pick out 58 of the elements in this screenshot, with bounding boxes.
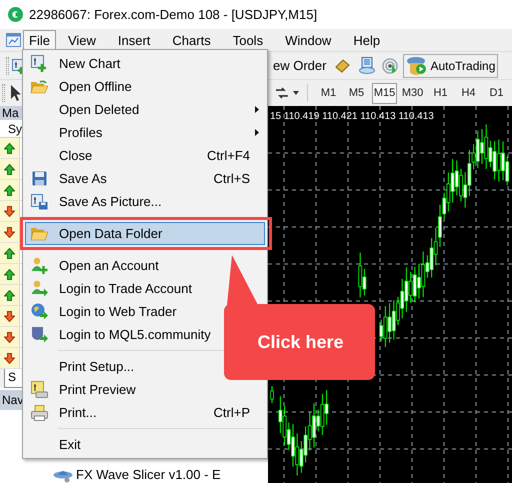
- timeframe-button[interactable]: M30: [400, 82, 426, 104]
- down-arrow-icon: [4, 352, 15, 364]
- user-add-icon: [30, 257, 48, 274]
- robot-play-icon: [406, 56, 428, 75]
- print-preview-icon: [30, 381, 48, 398]
- new-chart-icon: [31, 55, 47, 72]
- new-order-button[interactable]: ew Order: [273, 56, 326, 76]
- caret-icon[interactable]: [293, 91, 300, 95]
- shortcut-label: Ctrl+S: [214, 170, 250, 188]
- menu-item[interactable]: Charts: [165, 30, 218, 50]
- signal-icon[interactable]: [382, 58, 398, 74]
- menu-item[interactable]: Save As Ctrl+S: [25, 167, 265, 190]
- navigator-item[interactable]: FX Wave Slicer v1.00 - E: [76, 465, 221, 483]
- sort-icon[interactable]: [275, 86, 290, 100]
- down-arrow-icon: [4, 206, 15, 216]
- menu-item[interactable]: Open Data Folder: [25, 222, 265, 245]
- chart-window-icon[interactable]: [6, 33, 21, 47]
- down-arrow-icon: [4, 226, 15, 238]
- menu-item[interactable]: Insert: [110, 30, 158, 50]
- up-arrow-icon: [4, 290, 15, 300]
- autotrading-button[interactable]: AutoTrading: [403, 54, 498, 78]
- down-arrow-icon: [4, 310, 15, 322]
- user-arrow-icon: [30, 280, 48, 297]
- cursor-icon[interactable]: [10, 84, 22, 102]
- printer-icon: [30, 404, 48, 420]
- up-arrow-icon: [4, 268, 15, 280]
- badge-arrow-icon: [30, 326, 48, 343]
- chart-save-icon: [30, 194, 48, 210]
- monitor-cloud-icon[interactable]: [359, 57, 376, 74]
- menu-item[interactable]: Help: [346, 30, 388, 50]
- up-arrow-icon: [4, 248, 15, 258]
- up-arrow-icon: [4, 142, 15, 154]
- app-logo-icon: [8, 7, 23, 22]
- menu-item[interactable]: Save As Picture...: [25, 190, 265, 213]
- menu-item[interactable]: Tools: [226, 30, 270, 50]
- timeframe-button[interactable]: H1: [428, 82, 454, 104]
- timeframe-button[interactable]: H4: [456, 82, 482, 104]
- menu-item[interactable]: Open Offline: [25, 75, 265, 98]
- folder-icon: [30, 226, 48, 240]
- timeframe-button[interactable]: M5: [344, 82, 370, 104]
- shortcut-label: Ctrl+F4: [207, 146, 250, 165]
- up-arrow-icon: [4, 164, 15, 174]
- window-title: 22986067: Forex.com-Demo 108 - [USDJPY,M15]: [29, 6, 318, 24]
- globe-arrow-icon: [30, 303, 48, 320]
- callout-tooltip: Click here: [222, 254, 377, 381]
- timeframe-button[interactable]: M1: [316, 82, 342, 104]
- folder-icon: [30, 79, 48, 94]
- menu-item[interactable]: New Chart: [25, 52, 265, 75]
- down-arrow-icon: [4, 332, 15, 342]
- menu-item[interactable]: View: [60, 30, 103, 50]
- menu-item[interactable]: Exit: [25, 433, 265, 456]
- menu-item[interactable]: Close Ctrl+F4: [25, 144, 265, 167]
- menu-item[interactable]: File: [23, 30, 56, 50]
- timeframe-button[interactable]: D1: [484, 82, 510, 104]
- menu-item[interactable]: Window: [278, 30, 338, 50]
- up-arrow-icon: [4, 184, 15, 196]
- price-readout: 15 110.419 110.421 110.413 110.413: [270, 111, 434, 123]
- timeframe-button[interactable]: M15: [372, 82, 398, 104]
